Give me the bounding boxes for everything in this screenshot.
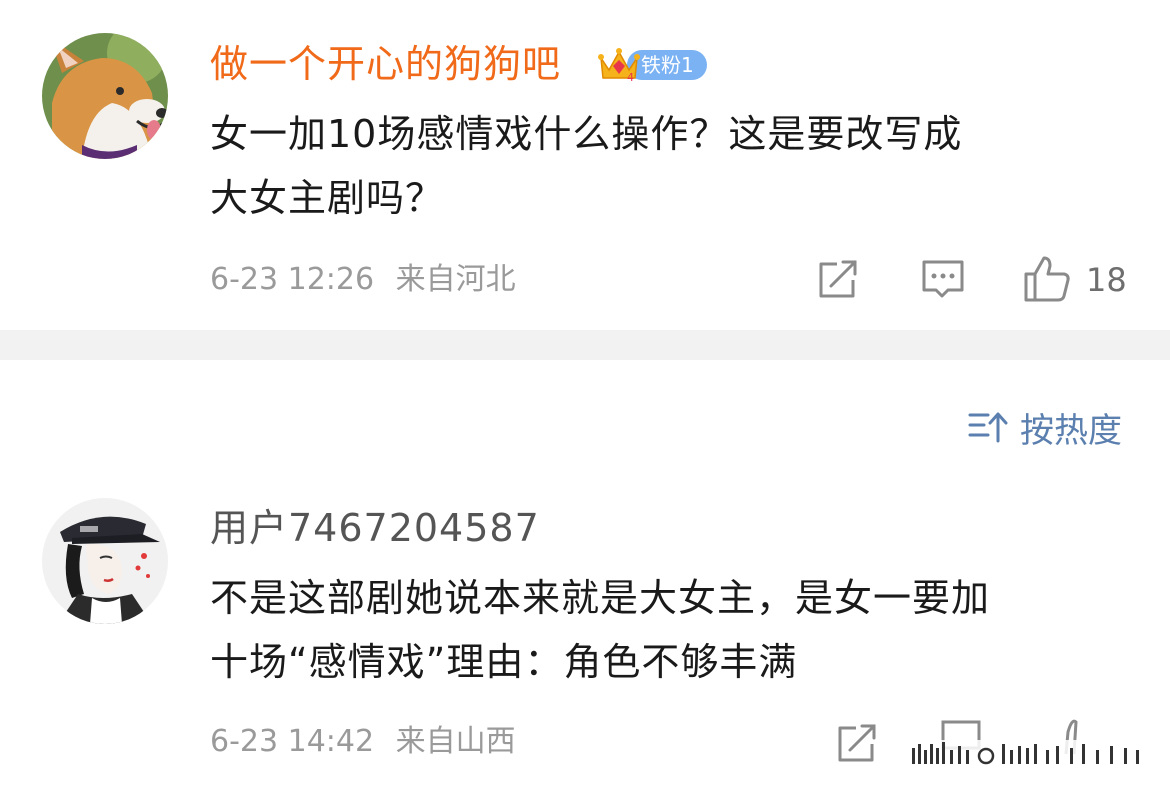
fan-badge[interactable]: 4 铁粉1 <box>597 44 709 84</box>
comment-line: 十场“感情戏”理由：角色不够丰满 <box>210 640 798 684</box>
like-icon[interactable] <box>1022 254 1072 304</box>
comment-icon[interactable] <box>920 256 966 302</box>
sort-by-hot-button[interactable]: 按热度 <box>968 403 1122 451</box>
sort-icon <box>968 412 1008 443</box>
fan-badge-label: 铁粉1 <box>641 53 694 77</box>
sort-label: 按热度 <box>1020 410 1122 451</box>
svg-text:4: 4 <box>627 71 634 84</box>
comment-location: 来自河北 <box>395 262 516 297</box>
comment-line: 女一加10场感情戏什么操作？这是要改写成 <box>210 112 963 156</box>
comment-time: 6-23 14:42 <box>210 724 375 759</box>
section-divider <box>0 330 1170 360</box>
comment-line: 不是这部剧她说本来就是大女主，是女一要加 <box>210 576 991 620</box>
comment-meta: 6-23 12:26 来自河北 <box>210 262 516 298</box>
corgi-avatar-image <box>42 33 168 159</box>
comment-username[interactable]: 用户7467204587 <box>210 506 540 550</box>
repost-icon[interactable] <box>815 256 861 302</box>
repost-icon[interactable] <box>834 720 880 766</box>
avatar[interactable] <box>42 33 168 159</box>
comment-location: 来自山西 <box>395 724 516 759</box>
avatar[interactable] <box>42 498 168 624</box>
like-count: 18 <box>1086 261 1127 299</box>
comment-text: 女一加10场感情戏什么操作？这是要改写成 大女主剧吗？ <box>210 102 962 230</box>
comment-text: 不是这部剧她说本来就是大女主，是女一要加 十场“感情戏”理由：角色不够丰满 <box>210 566 990 694</box>
watermark-strip <box>906 740 1150 768</box>
comment-username[interactable]: 做一个开心的狗狗吧 <box>210 42 561 86</box>
comment-line: 大女主剧吗？ <box>210 176 445 220</box>
illustrated-girl-avatar-image <box>42 498 168 624</box>
comment-meta: 6-23 14:42 来自山西 <box>210 724 516 760</box>
crown-icon: 4 <box>598 48 640 84</box>
comment-time: 6-23 12:26 <box>210 262 375 297</box>
